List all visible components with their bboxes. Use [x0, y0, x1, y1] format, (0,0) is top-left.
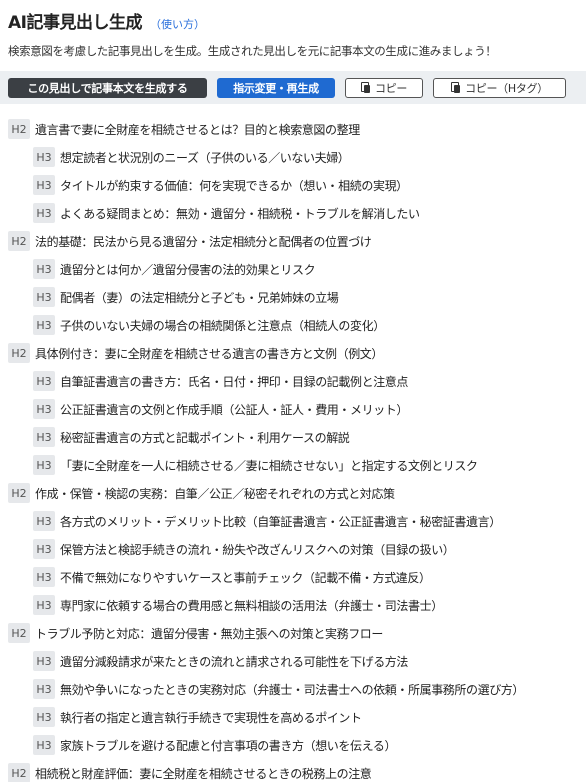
- heading-row-h3: H3 家族トラブルを避ける配慮と付言事項の書き方（想いを伝える）: [0, 731, 586, 759]
- heading-level-badge: H3: [33, 567, 55, 587]
- heading-generator-page: AI記事見出し生成 （使い方） 検索意図を考慮した記事見出しを生成。生成された見…: [0, 0, 586, 782]
- heading-row-h2: H2 法的基礎：民法から見る遺留分・法定相続分と配偶者の位置づけ: [0, 227, 586, 255]
- heading-level-badge: H3: [33, 539, 55, 559]
- heading-level-badge: H3: [33, 455, 55, 475]
- heading-text: 公正証書遺言の文例と作成手順（公証人・証人・費用・メリット）: [60, 402, 409, 417]
- action-toolbar: この見出しで記事本文を生成する 指示変更・再生成 コピー コピー（Hタグ）: [0, 71, 586, 104]
- heading-text: 具体例付き：妻に全財産を相続させる遺言の書き方と文例（例文）: [35, 346, 384, 361]
- help-link[interactable]: （使い方）: [150, 16, 205, 32]
- heading-text: 遺留分とは何か／遺留分侵害の法的効果とリスク: [60, 262, 316, 277]
- heading-text: 「妻に全財産を一人に相続させる／妻に相続させない」と指定する文例とリスク: [60, 458, 478, 473]
- heading-text: 子供のいない夫婦の場合の相続関係と注意点（相続人の変化）: [60, 318, 385, 333]
- heading-text: 遺留分減殺請求が来たときの流れと請求される可能性を下げる方法: [60, 654, 409, 669]
- heading-text: 相続税と財産評価：妻に全財産を相続させるときの税務上の注意: [35, 766, 372, 781]
- copy-button-label: コピー: [374, 81, 408, 95]
- heading-text: 不備で無効になりやすいケースと事前チェック（記載不備・方式違反）: [60, 570, 431, 585]
- heading-row-h3: H3 遺留分減殺請求が来たときの流れと請求される可能性を下げる方法: [0, 647, 586, 675]
- heading-text: 各方式のメリット・デメリット比較（自筆証書遺言・公正証書遺言・秘密証書遺言）: [60, 514, 501, 529]
- heading-level-badge: H3: [33, 399, 55, 419]
- heading-row-h3: H3 タイトルが約束する価値：何を実現できるか（想い・相続の実現）: [0, 171, 586, 199]
- heading-level-badge: H2: [8, 119, 30, 139]
- heading-text: 保管方法と検認手続きの流れ・紛失や改ざんリスクへの対策（目録の扱い）: [60, 542, 455, 557]
- heading-row-h3: H3 秘密証書遺言の方式と記載ポイント・利用ケースの解説: [0, 423, 586, 451]
- generate-body-button[interactable]: この見出しで記事本文を生成する: [8, 77, 207, 98]
- heading-level-badge: H3: [33, 735, 55, 755]
- heading-row-h3: H3 無効や争いになったときの実務対応（弁護士・司法書士への依頼・所属事務所の選び…: [0, 675, 586, 703]
- copy-htag-button-label: コピー（Hタグ）: [465, 81, 548, 95]
- heading-text: タイトルが約束する価値：何を実現できるか（想い・相続の実現）: [60, 178, 408, 193]
- heading-text: よくある疑問まとめ：無効・遺留分・相続税・トラブルを解消したい: [60, 206, 420, 221]
- heading-row-h2: H2 遺言書で妻に全財産を相続させるとは？目的と検索意図の整理: [0, 115, 586, 143]
- heading-text: 作成・保管・検認の実務：自筆／公正／秘密それぞれの方式と対応策: [35, 486, 395, 501]
- copy-icon: [360, 82, 371, 93]
- regenerate-button[interactable]: 指示変更・再生成: [217, 77, 335, 98]
- heading-text: 専門家に依頼する場合の費用感と無料相談の活用法（弁護士・司法書士）: [60, 598, 443, 613]
- heading-row-h3: H3 「妻に全財産を一人に相続させる／妻に相続させない」と指定する文例とリスク: [0, 451, 586, 479]
- heading-row-h3: H3 よくある疑問まとめ：無効・遺留分・相続税・トラブルを解消したい: [0, 199, 586, 227]
- heading-level-badge: H2: [8, 231, 30, 251]
- regenerate-button-label: 指示変更・再生成: [233, 81, 319, 95]
- heading-row-h2: H2 相続税と財産評価：妻に全財産を相続させるときの税務上の注意: [0, 759, 586, 782]
- heading-outline-list: H2 遺言書で妻に全財産を相続させるとは？目的と検索意図の整理 H3 想定読者と状況別…: [0, 115, 586, 782]
- heading-row-h2: H2 トラブル予防と対応：遺留分侵害・無効主張への対策と実務フロー: [0, 619, 586, 647]
- heading-level-badge: H3: [33, 511, 55, 531]
- heading-row-h3: H3 想定読者と状況別のニーズ（子供のいる／いない夫婦）: [0, 143, 586, 171]
- heading-level-badge: H2: [8, 763, 30, 782]
- copy-icon: [451, 82, 461, 93]
- heading-row-h2: H2 作成・保管・検認の実務：自筆／公正／秘密それぞれの方式と対応策: [0, 479, 586, 507]
- heading-text: 遺言書で妻に全財産を相続させるとは？目的と検索意図の整理: [35, 122, 360, 137]
- heading-row-h3: H3 自筆証書遺言の書き方：氏名・日付・押印・目録の記載例と注意点: [0, 367, 586, 395]
- heading-row-h3: H3 公正証書遺言の文例と作成手順（公証人・証人・費用・メリット）: [0, 395, 586, 423]
- heading-level-badge: H3: [33, 203, 55, 223]
- heading-level-badge: H3: [33, 287, 55, 307]
- heading-level-badge: H3: [33, 175, 55, 195]
- heading-row-h3: H3 配偶者（妻）の法定相続分と子ども・兄弟姉妹の立場: [0, 283, 586, 311]
- heading-level-badge: H3: [33, 707, 55, 727]
- heading-row-h3: H3 執行者の指定と遺言執行手続きで実現性を高めるポイント: [0, 703, 586, 731]
- heading-level-badge: H3: [33, 651, 55, 671]
- heading-text: 秘密証書遺言の方式と記載ポイント・利用ケースの解説: [60, 430, 350, 445]
- heading-level-badge: H3: [33, 147, 55, 167]
- page-description: 検索意図を考慮した記事見出しを生成。生成された見出しを元に記事本文の生成に進みま…: [8, 44, 497, 58]
- heading-text: 配偶者（妻）の法定相続分と子ども・兄弟姉妹の立場: [60, 290, 339, 305]
- copy-button[interactable]: コピー: [345, 77, 423, 98]
- heading-text: 家族トラブルを避ける配慮と付言事項の書き方（想いを伝える）: [60, 738, 397, 753]
- heading-text: 想定読者と状況別のニーズ（子供のいる／いない夫婦）: [60, 150, 350, 165]
- heading-level-badge: H3: [33, 259, 55, 279]
- generate-body-button-label: この見出しで記事本文を生成する: [27, 81, 188, 95]
- heading-level-badge: H2: [8, 483, 30, 503]
- page-header: AI記事見出し生成 （使い方）: [0, 0, 586, 34]
- heading-row-h3: H3 保管方法と検認手続きの流れ・紛失や改ざんリスクへの対策（目録の扱い）: [0, 535, 586, 563]
- heading-row-h3: H3 不備で無効になりやすいケースと事前チェック（記載不備・方式違反）: [0, 563, 586, 591]
- heading-level-badge: H3: [33, 371, 55, 391]
- heading-level-badge: H3: [33, 595, 55, 615]
- heading-text: 無効や争いになったときの実務対応（弁護士・司法書士への依頼・所属事務所の選び方）: [60, 682, 525, 697]
- page-title: AI記事見出し生成: [8, 13, 142, 33]
- heading-row-h3: H3 各方式のメリット・デメリット比較（自筆証書遺言・公正証書遺言・秘密証書遺言）: [0, 507, 586, 535]
- heading-level-badge: H3: [33, 315, 55, 335]
- heading-row-h2: H2 具体例付き：妻に全財産を相続させる遺言の書き方と文例（例文）: [0, 339, 586, 367]
- heading-level-badge: H3: [33, 679, 55, 699]
- copy-htag-button[interactable]: コピー（Hタグ）: [433, 77, 566, 98]
- heading-text: 自筆証書遺言の書き方：氏名・日付・押印・目録の記載例と注意点: [60, 374, 409, 389]
- heading-level-badge: H3: [33, 427, 55, 447]
- heading-text: 執行者の指定と遺言執行手続きで実現性を高めるポイント: [60, 710, 362, 725]
- heading-level-badge: H2: [8, 343, 30, 363]
- heading-level-badge: H2: [8, 623, 30, 643]
- heading-text: 法的基礎：民法から見る遺留分・法定相続分と配偶者の位置づけ: [35, 234, 372, 249]
- heading-row-h3: H3 遺留分とは何か／遺留分侵害の法的効果とリスク: [0, 255, 586, 283]
- heading-row-h3: H3 専門家に依頼する場合の費用感と無料相談の活用法（弁護士・司法書士）: [0, 591, 586, 619]
- heading-text: トラブル予防と対応：遺留分侵害・無効主張への対策と実務フロー: [35, 626, 384, 641]
- heading-row-h3: H3 子供のいない夫婦の場合の相続関係と注意点（相続人の変化）: [0, 311, 586, 339]
